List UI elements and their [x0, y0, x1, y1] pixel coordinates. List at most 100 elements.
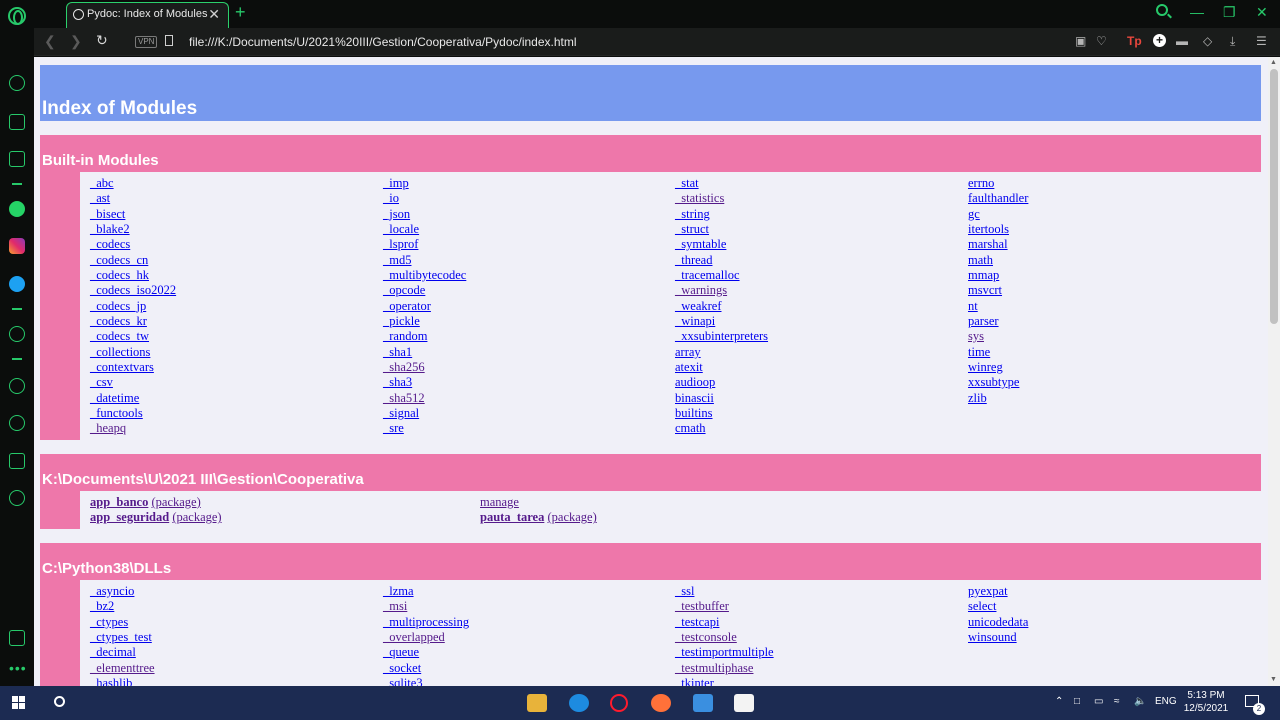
- scrollbar[interactable]: ▲ ▼: [1268, 57, 1280, 686]
- snapshot-icon[interactable]: ▣: [1075, 34, 1086, 48]
- package-tag-link[interactable]: (package): [151, 495, 200, 509]
- package-tag-link[interactable]: (package): [172, 510, 221, 524]
- tab-search-icon[interactable]: [1156, 4, 1168, 16]
- instagram-icon[interactable]: [9, 238, 25, 254]
- favorites-icon[interactable]: [9, 378, 25, 394]
- module-link[interactable]: _hashlib: [90, 676, 155, 686]
- scrollbar-thumb[interactable]: [1270, 69, 1278, 324]
- module-link[interactable]: _lsprof: [383, 237, 466, 252]
- more-icon[interactable]: •••: [9, 660, 27, 676]
- module-link[interactable]: nt: [968, 299, 1028, 314]
- back-icon[interactable]: ❮: [44, 33, 56, 50]
- module-link[interactable]: msvcrt: [968, 283, 1028, 298]
- tab-close-icon[interactable]: ✕: [208, 6, 220, 23]
- module-link[interactable]: marshal: [968, 237, 1028, 252]
- module-link[interactable]: _winapi: [675, 314, 768, 329]
- windows-start-icon[interactable]: [12, 696, 26, 710]
- module-link[interactable]: _functools: [90, 406, 176, 421]
- module-link[interactable]: _decimal: [90, 645, 155, 660]
- module-link[interactable]: _sha1: [383, 345, 466, 360]
- module-link[interactable]: _locale: [383, 222, 466, 237]
- module-link[interactable]: atexit: [675, 360, 768, 375]
- player-icon[interactable]: [9, 326, 25, 342]
- add-extension-icon[interactable]: +: [1153, 34, 1166, 47]
- heart-icon[interactable]: ♡: [1096, 34, 1107, 48]
- wifi-icon[interactable]: ≈: [1114, 696, 1120, 707]
- opera-logo-icon[interactable]: [8, 7, 26, 25]
- firefox-icon[interactable]: [651, 694, 671, 712]
- restore-button[interactable]: ❐: [1223, 4, 1236, 21]
- module-link[interactable]: _msi: [383, 599, 469, 614]
- module-link[interactable]: _sha512: [383, 391, 466, 406]
- module-link[interactable]: xxsubtype: [968, 375, 1028, 390]
- module-link[interactable]: sys: [968, 329, 1028, 344]
- module-link[interactable]: errno: [968, 176, 1028, 191]
- package-link[interactable]: pauta_tarea: [480, 510, 544, 524]
- edge-icon[interactable]: [569, 694, 589, 712]
- module-link[interactable]: _codecs: [90, 237, 176, 252]
- package-link[interactable]: app_seguridad: [90, 510, 169, 524]
- module-link[interactable]: _testcapi: [675, 615, 774, 630]
- download-icon[interactable]: ⤓: [1230, 34, 1235, 49]
- minimize-button[interactable]: —: [1190, 4, 1204, 20]
- module-link[interactable]: winreg: [968, 360, 1028, 375]
- forward-icon[interactable]: ❯: [70, 33, 82, 50]
- module-link[interactable]: _collections: [90, 345, 176, 360]
- module-link[interactable]: _io: [383, 191, 466, 206]
- module-link[interactable]: _codecs_cn: [90, 253, 176, 268]
- module-link[interactable]: _multibytecodec: [383, 268, 466, 283]
- module-link[interactable]: _stat: [675, 176, 768, 191]
- module-link[interactable]: _ssl: [675, 584, 774, 599]
- mail-icon[interactable]: [693, 694, 713, 712]
- module-link[interactable]: _queue: [383, 645, 469, 660]
- module-link[interactable]: _abc: [90, 176, 176, 191]
- module-link[interactable]: _socket: [383, 661, 469, 676]
- module-link[interactable]: _pickle: [383, 314, 466, 329]
- clock[interactable]: 5:13 PM 12/5/2021: [1183, 689, 1229, 715]
- module-link[interactable]: pyexpat: [968, 584, 1028, 599]
- volume-icon[interactable]: 🔈: [1134, 696, 1146, 707]
- module-link[interactable]: _codecs_iso2022: [90, 283, 176, 298]
- module-link[interactable]: _testconsole: [675, 630, 774, 645]
- module-link[interactable]: _imp: [383, 176, 466, 191]
- module-link[interactable]: _testmultiphase: [675, 661, 774, 676]
- module-link[interactable]: cmath: [675, 421, 768, 436]
- module-link[interactable]: _bisect: [90, 207, 176, 222]
- module-link[interactable]: _overlapped: [383, 630, 469, 645]
- module-link[interactable]: _codecs_tw: [90, 329, 176, 344]
- module-link[interactable]: _thread: [675, 253, 768, 268]
- cube-icon[interactable]: ◇: [1203, 34, 1212, 48]
- tray-app-icon[interactable]: □: [1074, 696, 1080, 707]
- module-link[interactable]: parser: [968, 314, 1028, 329]
- package-link[interactable]: manage: [480, 495, 519, 509]
- close-window-button[interactable]: ✕: [1256, 4, 1268, 21]
- module-link[interactable]: _ctypes_test: [90, 630, 155, 645]
- search-icon[interactable]: [54, 696, 65, 707]
- module-link[interactable]: _datetime: [90, 391, 176, 406]
- module-link[interactable]: _tkinter: [675, 676, 774, 686]
- module-link[interactable]: _weakref: [675, 299, 768, 314]
- module-link[interactable]: _multiprocessing: [383, 615, 469, 630]
- module-link[interactable]: _testbuffer: [675, 599, 774, 614]
- module-link[interactable]: unicodedata: [968, 615, 1028, 630]
- module-link[interactable]: faulthandler: [968, 191, 1028, 206]
- module-link[interactable]: _codecs_hk: [90, 268, 176, 283]
- module-link[interactable]: _warnings: [675, 283, 768, 298]
- module-link[interactable]: winsound: [968, 630, 1028, 645]
- module-link[interactable]: _signal: [383, 406, 466, 421]
- module-link[interactable]: _contextvars: [90, 360, 176, 375]
- module-link[interactable]: _sqlite3: [383, 676, 469, 686]
- module-link[interactable]: _ast: [90, 191, 176, 206]
- module-link[interactable]: _random: [383, 329, 466, 344]
- module-link[interactable]: _string: [675, 207, 768, 222]
- settings-icon[interactable]: [9, 490, 25, 506]
- module-link[interactable]: _csv: [90, 375, 176, 390]
- module-link[interactable]: _testimportmultiple: [675, 645, 774, 660]
- module-link[interactable]: _sha3: [383, 375, 466, 390]
- opera-icon[interactable]: [610, 694, 628, 712]
- module-link[interactable]: zlib: [968, 391, 1028, 406]
- extensions-icon[interactable]: [9, 453, 25, 469]
- tab-pydoc[interactable]: Pydoc: Index of Modules ✕: [66, 2, 229, 28]
- module-link[interactable]: _xxsubinterpreters: [675, 329, 768, 344]
- file-explorer-icon[interactable]: [527, 694, 547, 712]
